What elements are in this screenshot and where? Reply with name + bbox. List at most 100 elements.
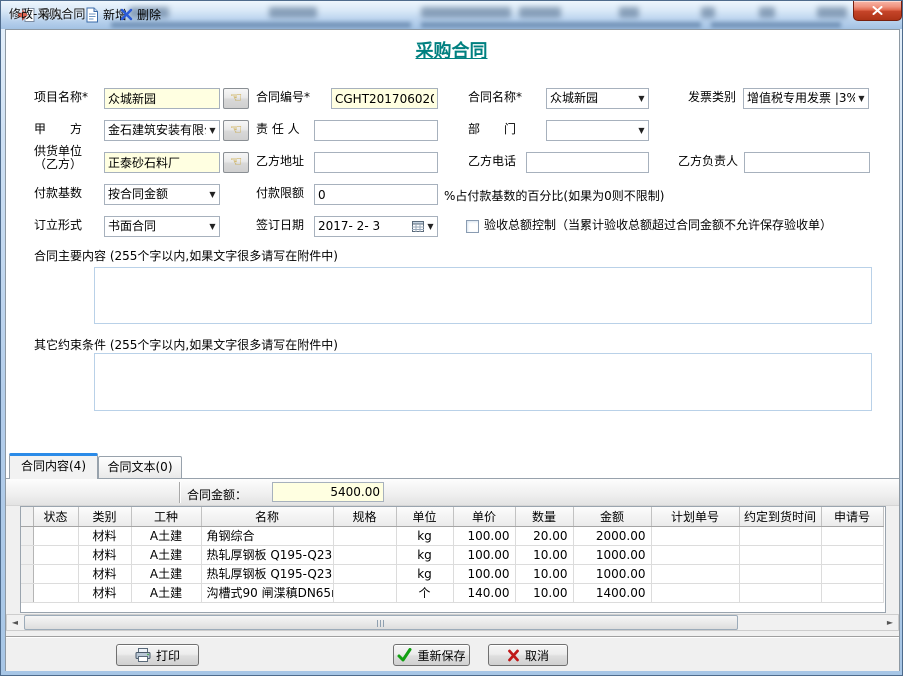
row-selector[interactable] (21, 583, 33, 602)
table-cell: 1400.00 (573, 583, 651, 602)
table-cell: 材料 (78, 545, 131, 564)
chevron-down-icon: ▼ (635, 89, 648, 108)
table-header-cell: 约定到货时间 (739, 507, 821, 526)
table-cell (651, 564, 739, 583)
project-name-label: 项目名称* (34, 91, 88, 104)
party-b-address-label: 乙方地址 (256, 155, 304, 168)
party-a-picker-button[interactable]: ☜ (223, 120, 249, 141)
table-cell (333, 545, 396, 564)
contract-no-input[interactable] (331, 88, 438, 109)
main-content-textarea[interactable] (94, 267, 872, 324)
chevron-down-icon: ▼ (635, 121, 648, 140)
row-selector[interactable] (21, 545, 33, 564)
table-cell: 个 (396, 583, 453, 602)
supplier-picker-button[interactable]: ☜ (223, 152, 249, 173)
table-cell: 20.00 (515, 526, 573, 545)
tab-contract-content[interactable]: 合同内容(4) (9, 453, 98, 479)
party-b-address-input[interactable] (314, 152, 438, 173)
row-selector[interactable] (21, 564, 33, 583)
print-button[interactable]: 打印 (116, 644, 199, 666)
background-window-ghost (269, 7, 317, 18)
sign-form-select[interactable]: 书面合同 ▼ (104, 216, 220, 237)
table-cell: 热轧厚钢板 Q195-Q235 2 (201, 545, 333, 564)
background-window-ghost (519, 7, 561, 18)
payment-base-select[interactable]: 按合同金额 ▼ (104, 184, 220, 205)
invoice-type-select[interactable]: 增值税专用发票 |3% ▼ (743, 88, 869, 109)
main-content-label: 合同主要内容 (255个字以内,如果文字很多请写在附件中) (34, 250, 338, 263)
close-button[interactable] (853, 1, 902, 21)
table-header-cell: 单位 (396, 507, 453, 526)
chevron-down-icon: ▼ (206, 121, 219, 140)
delete-x-icon (120, 8, 133, 21)
payment-base-label: 付款基数 (34, 187, 82, 200)
other-terms-textarea[interactable] (94, 353, 872, 411)
scroll-left-arrow[interactable]: ◄ (7, 615, 23, 630)
table-cell (739, 545, 821, 564)
window-title: 修改-采购合同 (9, 5, 85, 22)
save-button[interactable]: 重新保存 (393, 644, 470, 666)
party-a-select[interactable]: 金石建筑安装有限公 ▼ (104, 120, 220, 141)
horizontal-scrollbar[interactable]: ◄ ► (6, 614, 899, 631)
acceptance-control-checkbox[interactable] (466, 220, 479, 233)
delete-row-button[interactable]: 删除 (115, 3, 166, 26)
contract-items-grid: 状态类别工种名称规格单位单价数量金额计划单号约定到货时间申请号 材料A土建角钢综… (20, 506, 886, 613)
project-name-input[interactable] (104, 88, 220, 109)
table-cell (333, 583, 396, 602)
responsible-input[interactable] (314, 120, 438, 141)
hand-pointer-icon: ☜ (230, 90, 243, 106)
table-cell: kg (396, 526, 453, 545)
table-cell (33, 583, 78, 602)
table-header-cell: 金额 (573, 507, 651, 526)
items-table: 状态类别工种名称规格单位单价数量金额计划单号约定到货时间申请号 材料A土建角钢综… (21, 507, 884, 603)
payment-limit-hint: %占付款基数的百分比(如果为0则不限制) (444, 187, 664, 204)
grid-toolbar (6, 479, 899, 506)
contract-no-label: 合同编号* (256, 91, 310, 104)
background-window-ghost (421, 7, 511, 18)
dialog-window: 修改-采购合同 采购合同 项目名称* ☜ 合同编号* 合同名称* 众城新园 ▼ … (0, 0, 903, 676)
department-select[interactable]: ▼ (546, 120, 649, 141)
table-cell: A土建 (131, 526, 201, 545)
responsible-label: 责 任 人 (256, 123, 300, 136)
table-cell: 材料 (78, 526, 131, 545)
party-b-phone-input[interactable] (526, 152, 649, 173)
table-cell (651, 545, 739, 564)
table-row[interactable]: 材料A土建热轧厚钢板 Q195-Q235 8kg100.0010.001000.… (21, 564, 883, 583)
calendar-icon (412, 221, 424, 232)
project-picker-button[interactable]: ☜ (223, 88, 249, 109)
hand-pointer-icon: ☜ (230, 122, 243, 138)
payment-limit-input[interactable] (314, 184, 438, 205)
table-cell: 2000.00 (573, 526, 651, 545)
table-cell (821, 583, 883, 602)
background-window-ghost (817, 7, 847, 18)
table-cell: kg (396, 564, 453, 583)
table-header-cell: 规格 (333, 507, 396, 526)
contract-name-select[interactable]: 众城新园 ▼ (546, 88, 649, 109)
scroll-right-arrow[interactable]: ► (882, 615, 898, 630)
hand-pointer-icon: ☜ (230, 154, 243, 170)
supplier-input[interactable] (104, 152, 220, 173)
row-selector[interactable] (21, 526, 33, 545)
chevron-down-icon: ▼ (424, 217, 437, 236)
printer-icon (135, 648, 151, 662)
table-header-cell: 单价 (453, 507, 515, 526)
chevron-down-icon: ▼ (855, 89, 868, 108)
chevron-down-icon: ▼ (206, 185, 219, 204)
table-cell: 材料 (78, 583, 131, 602)
contract-amount-input[interactable] (272, 482, 384, 502)
party-a-label: 甲 方 (34, 123, 82, 136)
table-cell: 100.00 (453, 545, 515, 564)
cancel-button[interactable]: 取消 (488, 644, 568, 666)
scrollbar-thumb[interactable] (24, 615, 738, 630)
table-row[interactable]: 材料A土建角钢综合kg100.0020.002000.00 (21, 526, 883, 545)
other-terms-label: 其它约束条件 (255个字以内,如果文字很多请写在附件中) (34, 339, 338, 352)
table-row[interactable]: 材料A土建沟槽式90 闸渫稹DN65mm个140.0010.001400.00 (21, 583, 883, 602)
table-cell: 1000.00 (573, 564, 651, 583)
acceptance-control-label: 验收总额控制（当累计验收总额超过合同金额不允许保存验收单） (484, 219, 832, 232)
table-cell: 沟槽式90 闸渫稹DN65mm (201, 583, 333, 602)
sign-date-picker[interactable]: 2017- 2- 3 ▼ (314, 216, 438, 237)
supplier-label: 供货单位 （乙方） (34, 145, 82, 171)
table-cell (33, 545, 78, 564)
party-b-leader-input[interactable] (744, 152, 870, 173)
tab-contract-text[interactable]: 合同文本(0) (98, 456, 182, 478)
table-row[interactable]: 材料A土建热轧厚钢板 Q195-Q235 2kg100.0010.001000.… (21, 545, 883, 564)
